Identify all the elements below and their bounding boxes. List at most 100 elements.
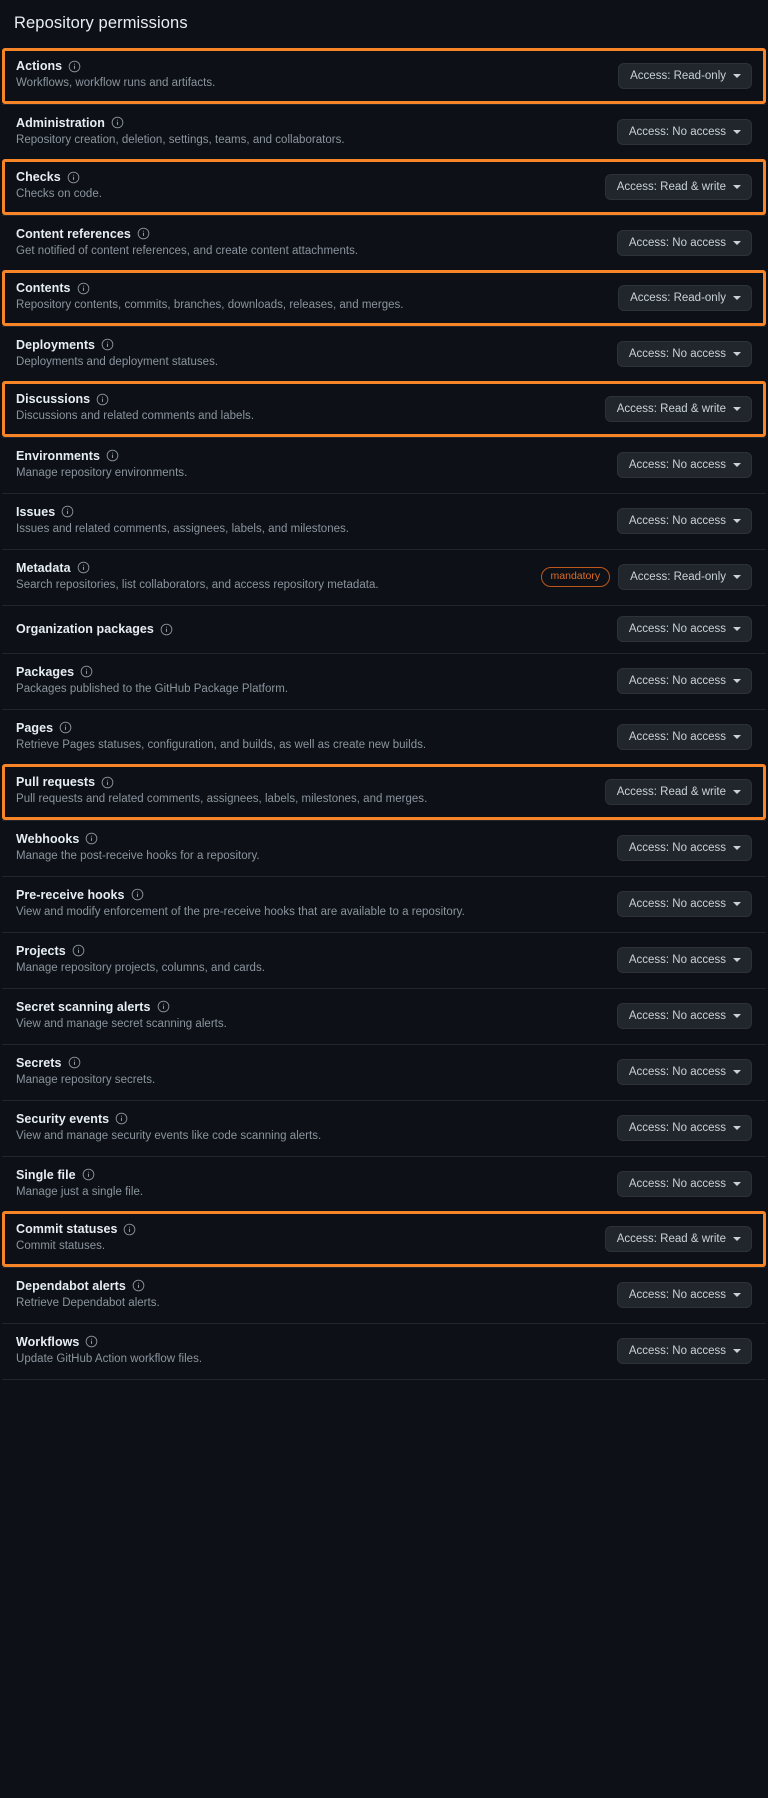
permission-description: View and modify enforcement of the pre-r… xyxy=(16,905,465,918)
permission-description: Commit statuses. xyxy=(16,1240,106,1253)
info-icon[interactable] xyxy=(77,282,90,295)
access-dropdown-button[interactable]: Access: Read-only xyxy=(618,564,752,590)
mandatory-badge: mandatory xyxy=(540,567,611,587)
info-icon[interactable] xyxy=(85,1335,98,1348)
info-icon[interactable] xyxy=(59,721,72,734)
permission-name: Dependabot alerts xyxy=(16,1278,126,1293)
info-icon[interactable] xyxy=(77,561,90,574)
access-dropdown-label: Access: No access xyxy=(628,1122,726,1134)
access-dropdown-button[interactable]: Access: Read & write xyxy=(604,778,752,805)
access-dropdown-button[interactable]: Access: No access xyxy=(616,724,752,750)
access-dropdown-button[interactable]: Access: No access xyxy=(616,508,752,534)
permission-description: Get notified of content references, and … xyxy=(16,244,359,257)
permission-name: Security events xyxy=(16,1111,110,1126)
permission-name-line: Discussions xyxy=(16,392,595,406)
chevron-down-icon xyxy=(733,73,741,78)
access-dropdown-button[interactable]: Access: No access xyxy=(616,341,752,367)
permission-info: Workflows Update GitHub Action workflow f… xyxy=(16,1335,607,1368)
permission-row: Deployments Deployments and deployment st… xyxy=(2,326,766,382)
access-dropdown-button[interactable]: Access: No access xyxy=(616,1338,752,1364)
permission-controls: Access: No access xyxy=(607,1115,752,1141)
permission-name: Actions xyxy=(16,59,63,74)
permission-name-line: Administration xyxy=(16,116,607,130)
permission-name-line: Pages xyxy=(16,721,607,735)
permission-info: Pages Retrieve Pages statuses, configurat… xyxy=(16,721,607,754)
access-dropdown-label: Access: Read-only xyxy=(630,291,726,304)
info-icon[interactable] xyxy=(72,944,85,957)
info-icon[interactable] xyxy=(96,393,109,406)
permission-row: Single file Manage just a single file. Acc… xyxy=(2,1156,766,1212)
access-dropdown-button[interactable]: Access: No access xyxy=(616,452,752,478)
access-dropdown-label: Access: No access xyxy=(628,515,726,527)
info-icon[interactable] xyxy=(131,888,144,901)
permission-description: Manage repository projects, columns, and… xyxy=(16,961,265,974)
permission-controls: Access: No access xyxy=(607,1282,752,1308)
info-icon[interactable] xyxy=(61,505,74,518)
access-dropdown-button[interactable]: Access: No access xyxy=(616,668,752,694)
info-icon[interactable] xyxy=(85,832,98,845)
access-dropdown-button[interactable]: Access: Read-only xyxy=(618,62,752,89)
info-icon[interactable] xyxy=(68,60,81,73)
info-icon[interactable] xyxy=(101,776,114,789)
permission-row: Issues Issues and related comments, assig… xyxy=(2,493,766,549)
access-dropdown-label: Access: No access xyxy=(628,842,726,854)
access-dropdown-label: Access: No access xyxy=(628,1010,726,1022)
permission-description: Repository creation, deletion, settings,… xyxy=(16,133,345,146)
permission-row: Dependabot alerts Retrieve Dependabot ale… xyxy=(2,1267,766,1323)
access-dropdown-button[interactable]: Access: No access xyxy=(616,1059,752,1085)
access-dropdown-button[interactable]: Access: Read & write xyxy=(604,173,752,200)
permission-info: Security events View and manage security … xyxy=(16,1112,607,1145)
permission-description: Pull requests and related comments, assi… xyxy=(16,793,428,806)
access-dropdown-label: Access: No access xyxy=(628,898,726,910)
access-dropdown-button[interactable]: Access: Read & write xyxy=(604,395,752,422)
access-dropdown-button[interactable]: Access: No access xyxy=(616,230,752,256)
permission-info: Checks Checks on code. xyxy=(16,170,595,203)
access-dropdown-button[interactable]: Access: No access xyxy=(616,616,752,642)
permission-info: Commit statuses Commit statuses. xyxy=(16,1222,595,1255)
info-icon[interactable] xyxy=(160,623,173,636)
permission-name: Deployments xyxy=(16,337,96,352)
chevron-down-icon xyxy=(733,846,741,850)
info-icon[interactable] xyxy=(106,449,119,462)
info-icon[interactable] xyxy=(67,171,80,184)
info-icon[interactable] xyxy=(132,1279,145,1292)
access-dropdown-button[interactable]: Access: No access xyxy=(616,891,752,917)
access-dropdown-button[interactable]: Access: No access xyxy=(616,1003,752,1029)
permission-name-line: Packages xyxy=(16,665,607,679)
access-dropdown-button[interactable]: Access: No access xyxy=(616,835,752,861)
chevron-down-icon xyxy=(733,679,741,683)
access-dropdown-button[interactable]: Access: No access xyxy=(616,1282,752,1308)
info-icon[interactable] xyxy=(82,1168,95,1181)
permission-name: Contents xyxy=(16,281,71,296)
access-dropdown-label: Access: No access xyxy=(628,1289,726,1301)
access-dropdown-button[interactable]: Access: No access xyxy=(616,947,752,973)
info-icon[interactable] xyxy=(80,665,93,678)
access-dropdown-button[interactable]: Access: No access xyxy=(616,119,752,145)
info-icon[interactable] xyxy=(68,1056,81,1069)
permission-controls: Access: No access xyxy=(607,668,752,694)
permission-description: View and manage security events like cod… xyxy=(16,1129,322,1142)
chevron-down-icon xyxy=(733,1236,741,1241)
permission-controls: mandatory Access: Read-only xyxy=(531,564,752,590)
permission-description: Retrieve Pages statuses, configuration, … xyxy=(16,738,427,751)
access-dropdown-button[interactable]: Access: Read-only xyxy=(618,284,752,311)
permission-name: Discussions xyxy=(16,392,91,407)
permission-description: Manage repository environments. xyxy=(16,466,188,479)
info-icon[interactable] xyxy=(101,338,114,351)
permission-controls: Access: No access xyxy=(607,616,752,642)
info-icon[interactable] xyxy=(111,116,124,129)
info-icon[interactable] xyxy=(123,1223,136,1236)
access-dropdown-label: Access: No access xyxy=(628,459,726,471)
info-icon[interactable] xyxy=(137,227,150,240)
access-dropdown-button[interactable]: Access: No access xyxy=(616,1115,752,1141)
chevron-down-icon xyxy=(733,1293,741,1297)
access-dropdown-label: Access: Read & write xyxy=(616,402,726,415)
info-icon[interactable] xyxy=(115,1112,128,1125)
info-icon[interactable] xyxy=(157,1000,170,1013)
permission-name-line: Secrets xyxy=(16,1056,607,1070)
access-dropdown-button[interactable]: Access: Read & write xyxy=(604,1225,752,1252)
access-dropdown-button[interactable]: Access: No access xyxy=(616,1171,752,1197)
permission-info: Deployments Deployments and deployment st… xyxy=(16,338,607,371)
permission-row: Pre-receive hooks View and modify enforce… xyxy=(2,876,766,932)
permission-controls: Access: Read & write xyxy=(595,395,752,422)
